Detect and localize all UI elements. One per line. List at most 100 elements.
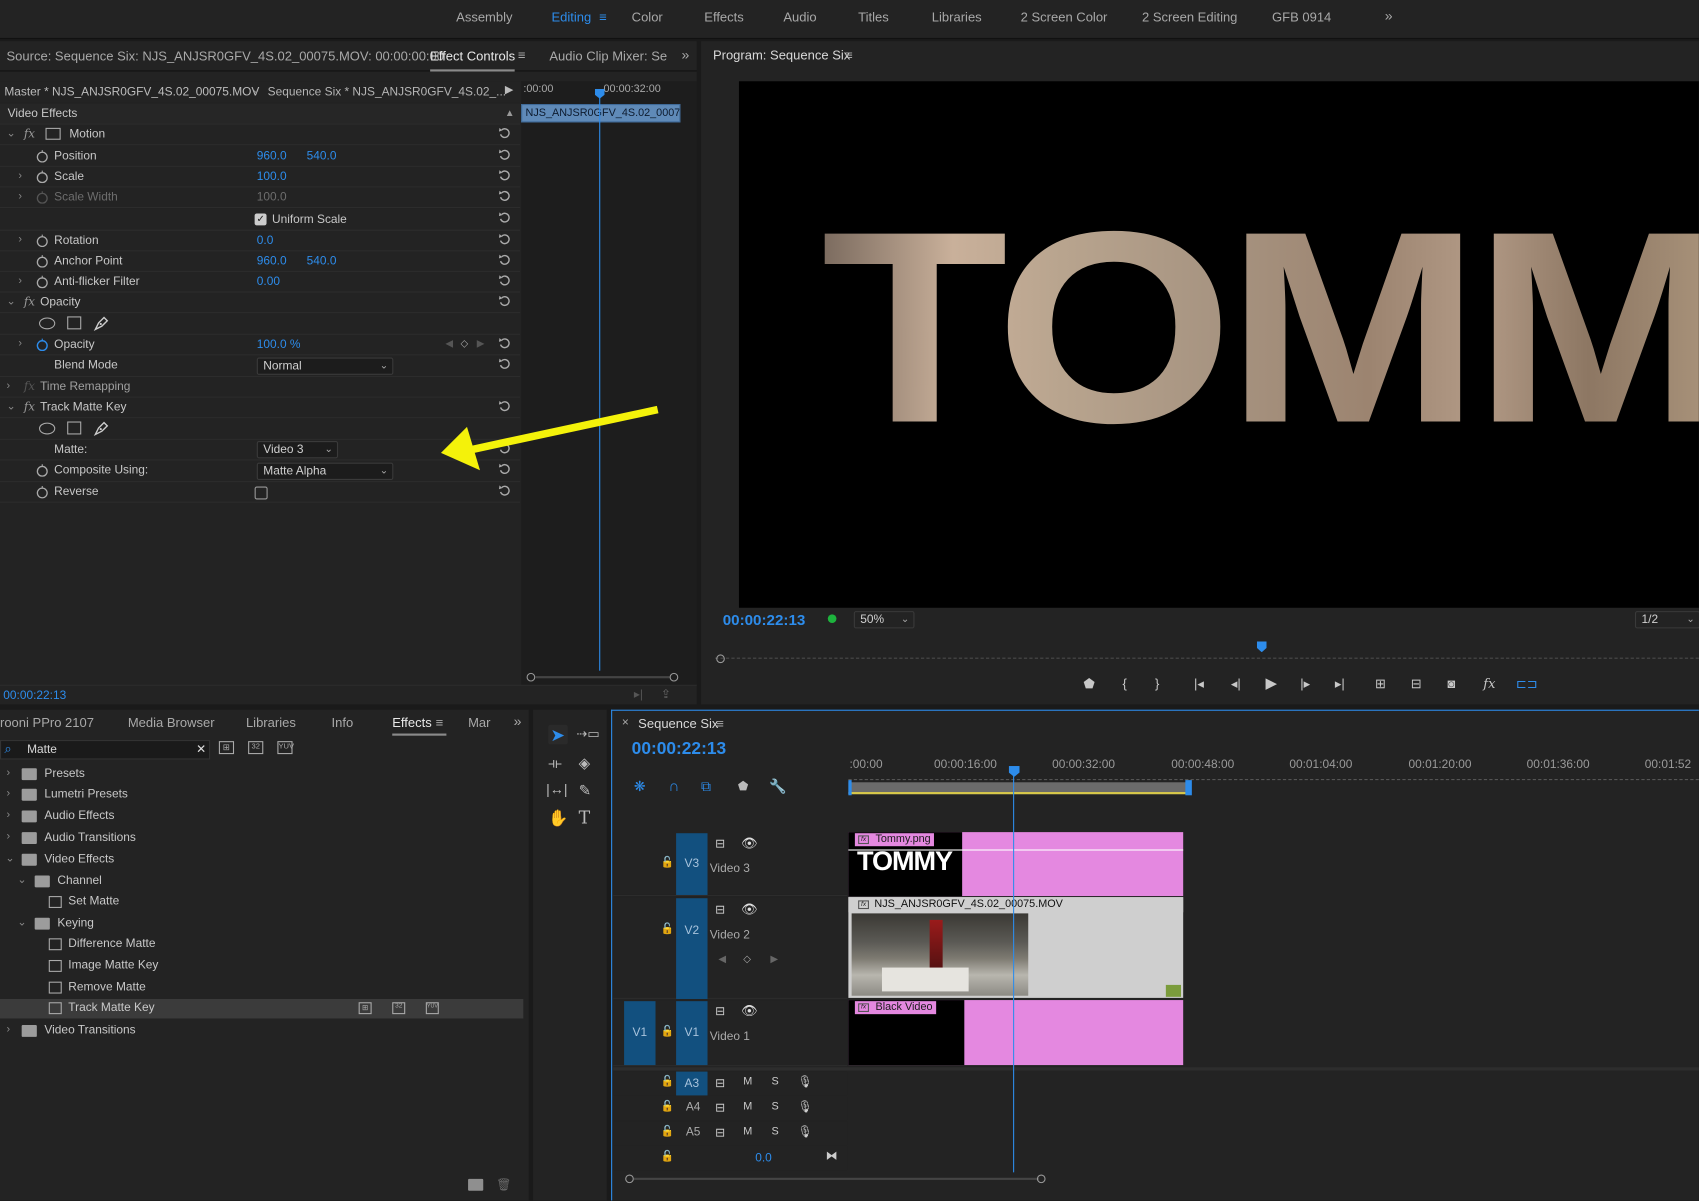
effect-row-uniform-scale[interactable]: ✓ Uniform Scale (0, 209, 521, 231)
opacity-value[interactable]: 100.0 % (257, 338, 301, 351)
tree-item-keying[interactable]: ⌄ Keying (0, 914, 523, 934)
track-header-master[interactable]: 🔓 0.0 ⧓ (613, 1146, 848, 1171)
track-target-a3[interactable]: A3 (676, 1071, 708, 1096)
timeline-playhead-line[interactable] (1013, 774, 1015, 1173)
tab-libraries[interactable]: Libraries (246, 710, 296, 736)
chevron-down-icon[interactable]: ⌄ (7, 296, 16, 308)
track-header-a3[interactable]: 🔓 A3 ⊟ M S 🎙 (613, 1071, 848, 1096)
pen-mask-icon[interactable] (93, 420, 109, 437)
reset-icon[interactable] (498, 484, 511, 497)
track-target-v3[interactable]: V3 (676, 833, 708, 895)
work-area-bar[interactable] (848, 782, 1189, 795)
workspace-tab-editing[interactable]: Editing (552, 10, 592, 25)
workspace-tab-titles[interactable]: Titles (858, 10, 889, 25)
antiflicker-value[interactable]: 0.00 (257, 275, 280, 288)
reset-icon[interactable] (498, 358, 511, 371)
ec-zoom-scrollbar[interactable] (526, 672, 679, 682)
track-target-a4[interactable]: A4 (686, 1101, 701, 1114)
stopwatch-icon[interactable] (36, 338, 49, 352)
tree-item-difference-matte[interactable]: Difference Matte (0, 935, 523, 955)
more-panels-icon[interactable]: » (514, 713, 522, 729)
mark-out-icon[interactable]: } (1155, 676, 1159, 691)
reset-icon[interactable] (498, 254, 511, 267)
go-to-in-icon[interactable]: |◂ (1194, 676, 1204, 691)
master-clip-label[interactable]: Master * NJS_ANJSR0GFV_4S.02_00075.MOV (4, 86, 259, 99)
matte-dropdown[interactable]: Video 3 ⌄ (256, 440, 339, 459)
reset-icon[interactable] (498, 337, 511, 350)
chevron-right-icon[interactable]: › (7, 809, 11, 821)
lock-icon[interactable]: 🔓 (661, 1101, 674, 1113)
chevron-right-icon[interactable]: › (18, 275, 22, 287)
stopwatch-icon[interactable] (36, 255, 49, 268)
32bit-effects-icon[interactable]: 32 (248, 741, 264, 755)
program-video-frame[interactable]: TOMMY (738, 81, 1699, 608)
track-header-v1[interactable]: V1 🔓 V1 ⊟ 👁 Video 1 (613, 1000, 848, 1067)
tree-item-presets[interactable]: › Presets (0, 765, 523, 785)
tree-item-channel[interactable]: ⌄ Channel (0, 872, 523, 892)
type-tool-icon[interactable]: T (579, 807, 591, 828)
workspace-tab-assembly[interactable]: Assembly (456, 10, 512, 25)
pen-mask-icon[interactable] (93, 315, 109, 331)
nest-sequence-icon[interactable]: ❋ (634, 778, 646, 795)
blend-mode-dropdown[interactable]: Normal ⌄ (256, 357, 394, 375)
step-forward-icon[interactable]: |▸ (1300, 676, 1310, 691)
resolution-dropdown[interactable]: 1/2 ⌄ (1635, 611, 1699, 629)
track-target-a5[interactable]: A5 (686, 1126, 701, 1139)
microphone-icon[interactable]: 🎙 (797, 1075, 812, 1089)
chevron-down-icon[interactable]: ⌄ (17, 874, 26, 886)
microphone-icon[interactable]: 🎙 (797, 1100, 812, 1114)
reset-icon[interactable] (498, 169, 511, 182)
add-marker-icon[interactable]: ⬟ (1084, 676, 1095, 691)
workspace-tab-gfb-0914[interactable]: GFB 0914 (1272, 10, 1331, 25)
effect-row-opacity[interactable]: › Opacity 100.0 % ◀ ◇ ▶ (0, 335, 521, 356)
eye-icon[interactable]: 👁 (741, 1003, 758, 1018)
sync-lock-icon[interactable]: ⊟ (715, 1076, 725, 1090)
mute-button[interactable]: M (743, 1126, 752, 1138)
rectangle-mask-icon[interactable] (67, 421, 82, 435)
new-bin-icon[interactable] (468, 1178, 484, 1191)
reset-icon[interactable] (498, 190, 511, 203)
tab-info[interactable]: Info (332, 710, 354, 736)
solo-button[interactable]: S (771, 1126, 778, 1138)
scale-value[interactable]: 100.0 (257, 170, 287, 183)
chevron-down-icon[interactable]: ⌄ (7, 401, 16, 413)
slip-tool-icon[interactable]: |↔| (546, 781, 567, 797)
workspace-tab-2-screen-color[interactable]: 2 Screen Color (1021, 10, 1108, 25)
program-timecode[interactable]: 00:00:22:13 (723, 611, 806, 628)
more-panels-icon[interactable]: » (682, 47, 690, 63)
effect-row-reverse[interactable]: Reverse (0, 482, 521, 503)
ellipse-mask-icon[interactable] (39, 317, 56, 330)
track-header-v2[interactable]: 🔓 V2 ⊟ 👁 Video 2 ◀ ◇ ▶ (613, 897, 848, 999)
panel-menu-icon[interactable]: ≡ (845, 48, 853, 63)
tab-audio-clip-mixer[interactable]: Audio Clip Mixer: Se (549, 41, 667, 71)
tab-effect-controls[interactable]: Effect Controls (430, 41, 516, 72)
tree-item-video-effects[interactable]: ⌄ Video Effects (0, 851, 523, 871)
extract-icon[interactable]: ⊟ (1411, 676, 1422, 691)
anchor-y-value[interactable]: 540.0 (307, 255, 337, 268)
rotation-value[interactable]: 0.0 (257, 234, 274, 247)
effect-controls-timeline[interactable]: :00:00 00:00:32:00 NJS_ANJSR0GFV_4S.02_0… (521, 81, 697, 689)
collapse-icon[interactable]: ▲ (505, 107, 515, 118)
anchor-x-value[interactable]: 960.0 (257, 255, 287, 268)
stopwatch-icon[interactable] (36, 150, 49, 163)
chevron-down-icon[interactable]: ⌄ (251, 85, 260, 97)
tab-media-browser[interactable]: Media Browser (128, 710, 215, 736)
lock-icon[interactable]: 🔓 (661, 1151, 674, 1163)
reset-icon[interactable] (498, 148, 511, 161)
lock-icon[interactable]: 🔓 (661, 1076, 674, 1088)
clip-black-video[interactable]: fx Black Video (848, 1000, 1184, 1066)
program-scroll-handle[interactable] (716, 654, 725, 664)
reset-icon[interactable] (498, 233, 511, 246)
mute-button[interactable]: M (743, 1101, 752, 1113)
track-header-v3[interactable]: 🔓 V3 ⊟ 👁 Video 3 (613, 832, 848, 897)
selection-tool-icon[interactable]: ➤ (550, 725, 565, 747)
lock-icon[interactable]: 🔓 (661, 1026, 674, 1038)
effect-row-blend-mode[interactable]: Blend Mode Normal ⌄ (0, 355, 521, 378)
effect-row-time-remapping[interactable]: › fx Time Remapping (0, 377, 521, 398)
sync-lock-icon[interactable]: ⊟ (715, 1101, 725, 1115)
next-keyframe-icon[interactable]: ▶ (477, 338, 484, 350)
workspace-tab-color[interactable]: Color (632, 10, 663, 25)
play-only-audio-icon[interactable]: ▶ (505, 85, 513, 97)
composite-using-dropdown[interactable]: Matte Alpha ⌄ (256, 462, 394, 480)
workspace-tab-libraries[interactable]: Libraries (932, 10, 982, 25)
